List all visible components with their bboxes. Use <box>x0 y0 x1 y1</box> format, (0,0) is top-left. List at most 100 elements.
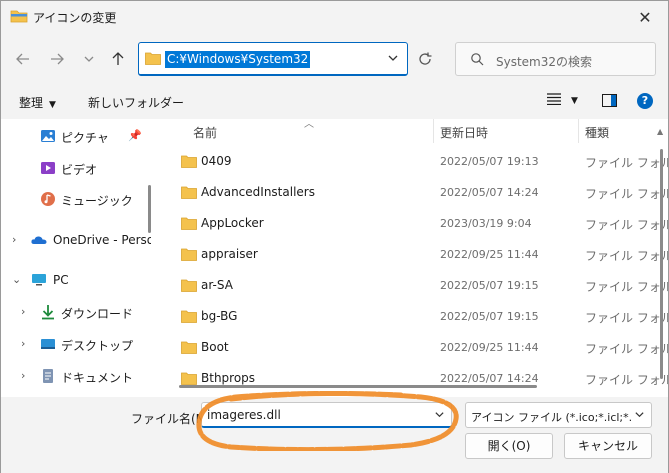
arrow-right-icon <box>51 53 64 65</box>
chevron-right-icon[interactable]: › <box>12 233 16 246</box>
vertical-scrollbar[interactable]: ▲ <box>657 127 665 389</box>
help-icon[interactable]: ? <box>637 93 653 109</box>
chevron-right-icon[interactable]: › <box>21 337 25 350</box>
sidebar-item-documents[interactable]: › ドキュメント <box>1 363 151 389</box>
sidebar-item-videos[interactable]: ビデオ <box>1 155 151 181</box>
table-row[interactable]: bg-BG 2022/05/07 19:15 ファイル フォルダー <box>161 301 668 332</box>
file-name: appraiser <box>201 247 258 261</box>
file-name: 0409 <box>201 154 232 168</box>
refresh-icon <box>419 52 432 65</box>
sidebar-item-label: ミュージック <box>61 194 133 208</box>
command-bar: 整理 ▼ 新しいフォルダー ▼ ? <box>1 87 668 117</box>
desktop-icon <box>41 339 55 349</box>
folder-icon <box>181 372 197 385</box>
filename-value[interactable]: imageres.dll <box>207 408 281 422</box>
scrollbar-thumb[interactable] <box>660 149 663 379</box>
caret-down-icon: ▼ <box>49 100 56 110</box>
sidebar-item-label: デスクトップ <box>61 339 134 353</box>
file-name: bg-BG <box>201 309 238 323</box>
folder-icon <box>181 186 197 199</box>
navigation-pane: ピクチャ 📌 ビデオ ミュージック › OneDrive - Perso ⌄ P… <box>1 119 151 397</box>
table-row[interactable]: AppLocker 2023/03/19 9:04 ファイル フォルダー <box>161 208 668 239</box>
scroll-up-icon[interactable]: ▲ <box>657 127 663 136</box>
navigation-bar: C:¥Windows¥System32 System32の検索 <box>1 41 668 77</box>
preview-pane-icon[interactable] <box>602 94 617 107</box>
sidebar-item-pc[interactable]: ⌄ PC <box>1 267 151 293</box>
file-date: 2023/03/19 9:04 <box>440 217 532 230</box>
chevron-down-icon[interactable] <box>387 52 399 64</box>
cancel-button[interactable]: キャンセル <box>564 433 652 459</box>
refresh-button[interactable] <box>413 47 437 71</box>
horizontal-scrollbar[interactable] <box>179 385 537 388</box>
file-date: 2022/09/25 11:44 <box>440 341 539 354</box>
pin-icon[interactable]: 📌 <box>128 129 142 142</box>
close-icon: ✕ <box>638 7 652 27</box>
change-icon-dialog: アイコンの変更 ✕ C:¥Windows¥System32 System32の検… <box>0 0 669 473</box>
folder-icon <box>181 248 197 261</box>
content-area: ピクチャ 📌 ビデオ ミュージック › OneDrive - Perso ⌄ P… <box>1 119 668 397</box>
folder-icon <box>10 10 28 23</box>
sidebar-item-downloads[interactable]: › ダウンロード <box>1 299 151 325</box>
file-name: Boot <box>201 340 229 354</box>
chevron-down-icon <box>84 56 94 62</box>
folder-icon <box>181 279 197 292</box>
file-date: 2022/05/07 14:24 <box>440 186 539 199</box>
back-button[interactable] <box>11 47 35 71</box>
sidebar-item-label: ビデオ <box>61 163 98 177</box>
new-folder-label: 新しいフォルダー <box>88 96 185 110</box>
table-row[interactable]: AdvancedInstallers 2022/05/07 14:24 ファイル… <box>161 177 668 208</box>
filetype-value: アイコン ファイル (*.ico;*.icl;*.exe;*.dll) <box>471 411 631 424</box>
sidebar-scrollbar[interactable] <box>148 185 151 233</box>
organize-button[interactable]: 整理 ▼ <box>19 94 56 111</box>
documents-icon <box>43 369 53 383</box>
new-folder-button[interactable]: 新しいフォルダー <box>88 94 184 111</box>
file-name: AppLocker <box>201 216 264 230</box>
folder-icon <box>181 310 197 323</box>
chevron-right-icon[interactable]: › <box>21 369 25 382</box>
close-button[interactable]: ✕ <box>630 4 660 30</box>
file-type: ファイル フォルダー <box>585 311 668 325</box>
address-bar[interactable]: C:¥Windows¥System32 <box>138 42 408 76</box>
forward-button[interactable] <box>45 47 69 71</box>
open-button[interactable]: 開く(O) <box>465 433 553 459</box>
filetype-select[interactable]: アイコン ファイル (*.ico;*.icl;*.exe;*.dll) <box>465 402 652 428</box>
caret-down-icon[interactable]: ▼ <box>571 96 578 106</box>
chevron-down-icon[interactable] <box>634 409 645 420</box>
column-divider[interactable] <box>578 119 579 143</box>
window-title: アイコンの変更 <box>33 11 117 25</box>
search-input[interactable]: System32の検索 <box>455 42 656 76</box>
view-options-icon[interactable] <box>547 93 561 109</box>
sidebar-item-label: ドキュメント <box>61 371 134 385</box>
sidebar-item-label: PC <box>53 273 69 287</box>
file-type: ファイル フォルダー <box>585 373 668 387</box>
sidebar-item-desktop[interactable]: › デスクトップ <box>1 331 151 357</box>
sidebar-item-pictures[interactable]: ピクチャ 📌 <box>1 123 151 149</box>
table-row[interactable]: Boot 2022/09/25 11:44 ファイル フォルダー <box>161 332 668 363</box>
recent-locations-button[interactable] <box>77 47 101 71</box>
table-row[interactable]: Bthprops 2022/05/07 14:24 ファイル フォルダー <box>161 363 668 394</box>
file-name: AdvancedInstallers <box>201 185 315 199</box>
table-row[interactable]: ar-SA 2022/05/07 19:15 ファイル フォルダー <box>161 270 668 301</box>
file-type: ファイル フォルダー <box>585 249 668 263</box>
chevron-down-icon[interactable]: ⌄ <box>12 273 21 286</box>
sidebar-item-label: OneDrive - Perso <box>53 233 151 247</box>
up-button[interactable] <box>106 47 130 71</box>
address-path[interactable]: C:¥Windows¥System32 <box>165 51 311 68</box>
arrow-up-icon <box>112 52 124 65</box>
file-date: 2022/09/25 11:44 <box>440 248 539 261</box>
sort-ascending-icon: ︿ <box>304 119 314 130</box>
table-row[interactable]: appraiser 2022/09/25 11:44 ファイル フォルダー <box>161 239 668 270</box>
file-type: ファイル フォルダー <box>585 280 668 294</box>
sidebar-item-onedrive[interactable]: › OneDrive - Perso <box>1 227 151 253</box>
filename-field[interactable]: imageres.dll <box>201 402 452 428</box>
chevron-right-icon[interactable]: › <box>21 305 25 318</box>
file-type: ファイル フォルダー <box>585 156 668 170</box>
table-row[interactable]: 0409 2022/05/07 19:13 ファイル フォルダー <box>161 146 668 177</box>
chevron-down-icon[interactable] <box>434 409 445 420</box>
music-icon <box>41 192 55 206</box>
sidebar-item-music[interactable]: ミュージック <box>1 186 151 212</box>
organize-label: 整理 <box>19 96 44 110</box>
column-divider[interactable] <box>433 119 434 143</box>
file-date: 2022/05/07 14:24 <box>440 372 539 385</box>
search-icon <box>471 53 484 66</box>
